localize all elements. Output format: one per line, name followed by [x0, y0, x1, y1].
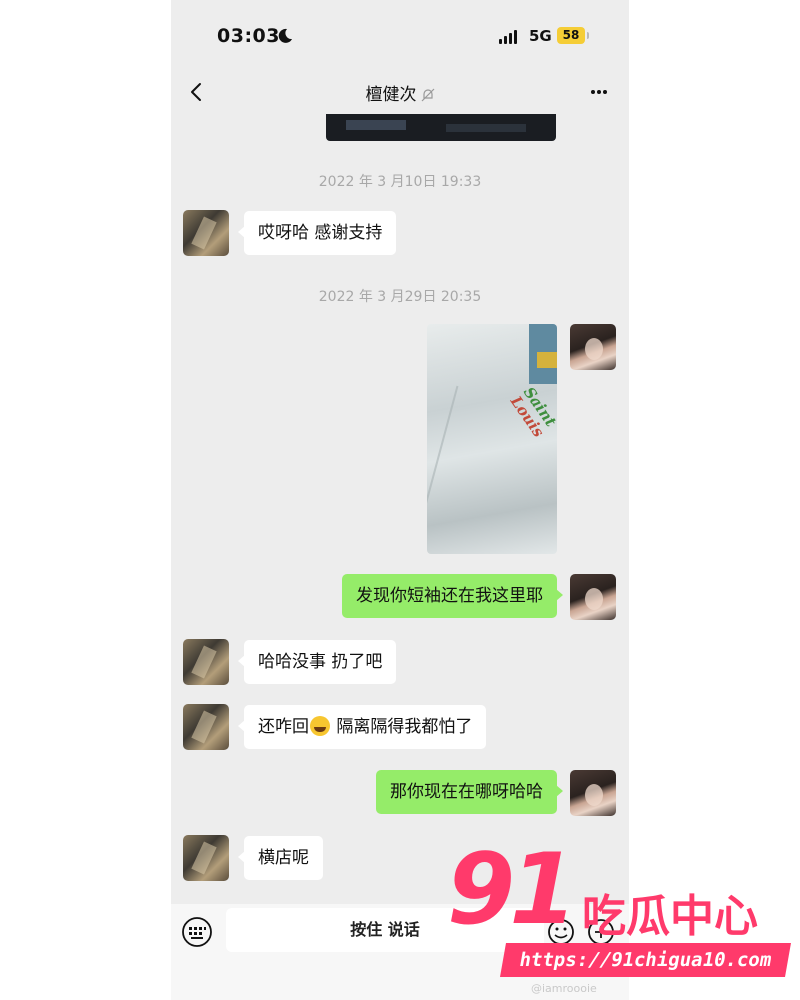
message-list[interactable]: 2022 年 3 月10日 19:33 哎呀哈 感谢支持 2022 年 3 月2…	[171, 114, 629, 904]
status-bar: 03:03 5G 58	[171, 0, 629, 70]
keyboard-icon[interactable]	[181, 916, 213, 948]
message-bubble-left[interactable]: 哎呀哈 感谢支持	[237, 211, 397, 255]
contact-name: 檀健次	[365, 85, 417, 105]
timestamp: 2022 年 3 月10日 19:33	[318, 174, 482, 190]
signal-icon	[499, 30, 517, 44]
message-bubble-right[interactable]: 发现你短袖还在我这里耶	[342, 574, 563, 618]
chat-title: 檀健次	[171, 80, 629, 105]
shirt-photo-message[interactable]: Saint Louis	[427, 324, 557, 554]
contact-avatar[interactable]	[183, 210, 229, 256]
message-bubble-left[interactable]: 还咋回 隔离隔得我都怕了	[237, 705, 487, 749]
watermark-brand: 吃瓜中心	[582, 891, 758, 942]
my-avatar[interactable]	[570, 574, 616, 620]
moon-icon	[278, 28, 292, 43]
battery-icon: 58	[557, 27, 589, 44]
message-bubble-right[interactable]: 那你现在在哪呀哈哈	[376, 770, 563, 814]
network-type: 5G	[529, 27, 552, 45]
message-bubble-left[interactable]: 哈哈没事 扔了吧	[237, 640, 397, 684]
contact-avatar[interactable]	[183, 639, 229, 685]
site-watermark: 91 吃瓜中心 https://91chigua10.com	[447, 840, 792, 990]
chat-header: 檀健次	[171, 70, 629, 114]
watermark-url: https://91chigua10.com	[500, 943, 791, 977]
mute-bell-icon	[421, 88, 434, 102]
message-bubble-left[interactable]: 横店呢	[238, 836, 323, 880]
timestamp: 2022 年 3 月29日 20:35	[318, 289, 482, 305]
previous-image-message[interactable]	[326, 114, 556, 141]
watermark-number: 91	[447, 833, 577, 947]
laughing-emoji-icon	[310, 716, 330, 736]
my-avatar[interactable]	[570, 770, 616, 816]
status-time: 03:03	[217, 25, 280, 47]
contact-avatar[interactable]	[183, 835, 229, 881]
contact-avatar[interactable]	[183, 704, 229, 750]
my-avatar[interactable]	[570, 324, 616, 370]
more-options-icon[interactable]	[583, 78, 615, 106]
